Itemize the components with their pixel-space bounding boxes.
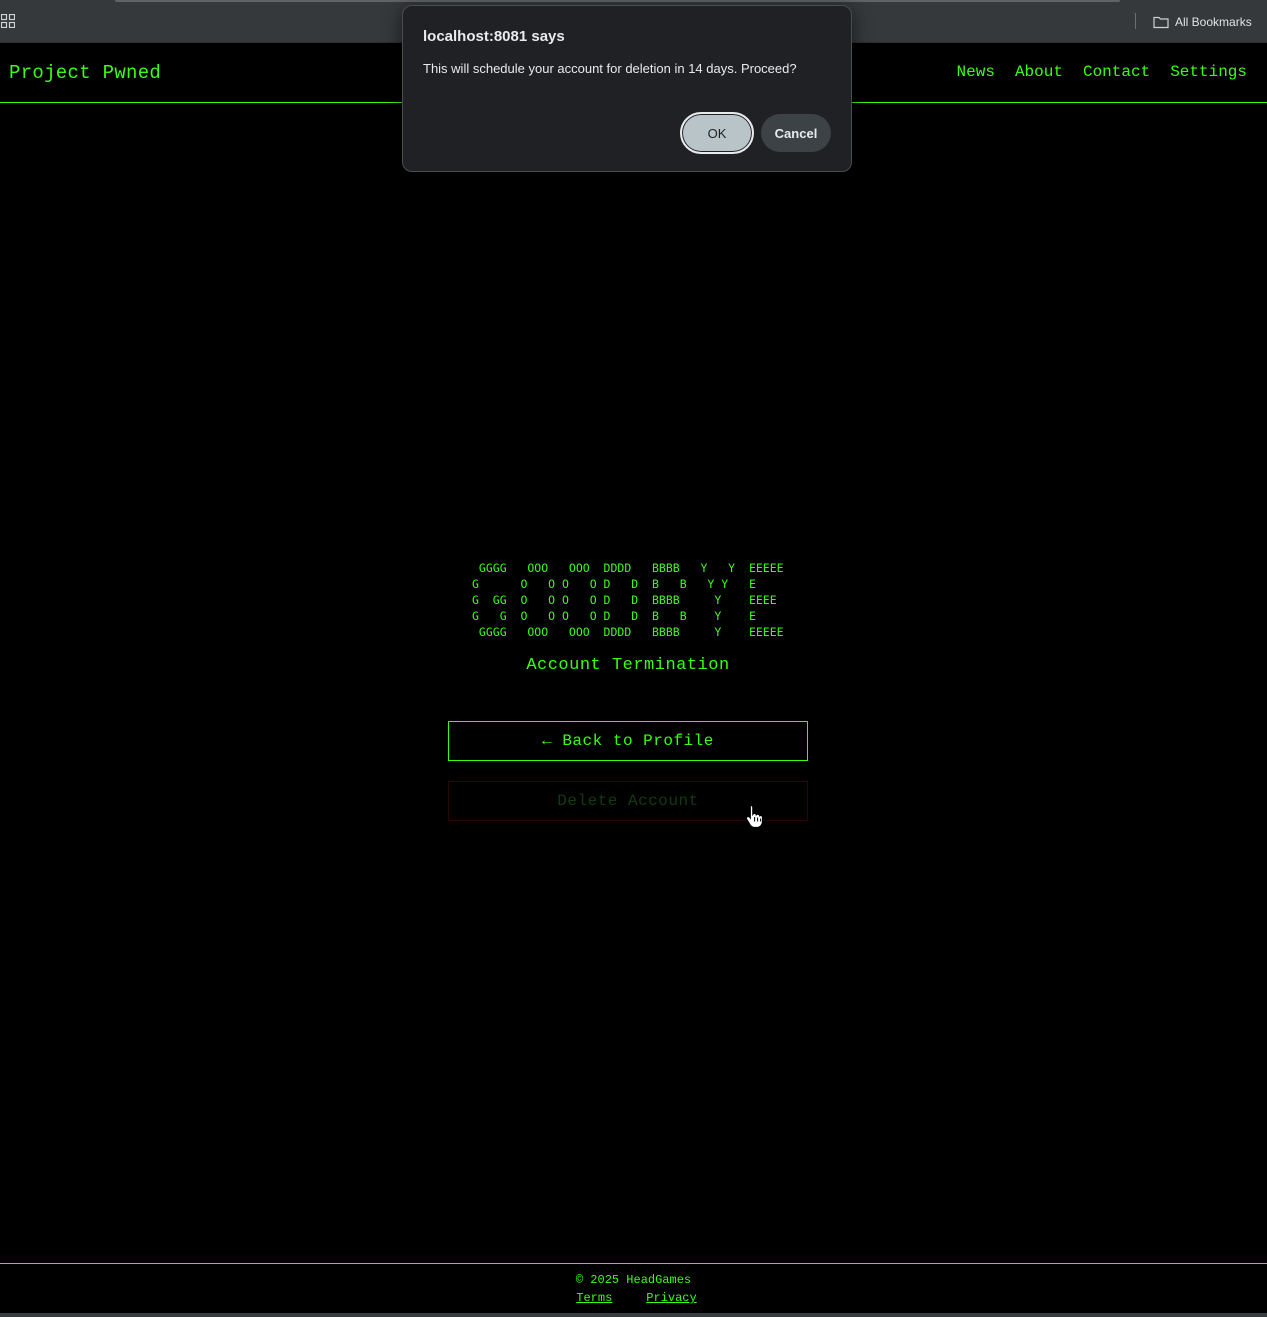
nav-about[interactable]: About <box>1015 63 1063 81</box>
nav-news[interactable]: News <box>957 63 995 81</box>
ascii-goodbye-art: GGGG OOO OOO DDDD BBBB Y Y EEEEE G O O O… <box>472 561 784 639</box>
omnibox-edge <box>115 0 1120 2</box>
dialog-message: This will schedule your account for dele… <box>423 61 797 76</box>
site-title[interactable]: Project Pwned <box>9 62 161 84</box>
nav-settings[interactable]: Settings <box>1170 63 1247 81</box>
window-bottom-edge <box>0 1313 1267 1317</box>
back-to-profile-button[interactable]: ← Back to Profile <box>448 721 808 761</box>
copyright-text: © 2025 HeadGames <box>575 1273 692 1287</box>
all-bookmarks-label: All Bookmarks <box>1175 15 1252 29</box>
folder-icon <box>1153 16 1169 29</box>
page-heading: Account Termination <box>526 656 730 675</box>
footer-links: Terms Privacy <box>0 1291 1267 1305</box>
all-bookmarks-button[interactable]: All Bookmarks <box>1153 12 1252 32</box>
apps-grid-icon[interactable] <box>1 14 15 28</box>
confirm-dialog: localhost:8081 says This will schedule y… <box>402 5 852 172</box>
terms-link[interactable]: Terms <box>570 1291 612 1305</box>
dialog-ok-button[interactable]: OK <box>680 112 754 154</box>
hand-cursor-icon <box>745 804 763 828</box>
bookmarks-separator <box>1135 13 1136 29</box>
dialog-cancel-button[interactable]: Cancel <box>761 114 831 152</box>
site-footer: © 2025 HeadGames Terms Privacy <box>0 1263 1267 1313</box>
nav-contact[interactable]: Contact <box>1083 63 1150 81</box>
privacy-link[interactable]: Privacy <box>640 1291 696 1305</box>
dialog-title: localhost:8081 says <box>423 28 565 45</box>
site-nav: News About Contact Settings <box>957 63 1247 81</box>
